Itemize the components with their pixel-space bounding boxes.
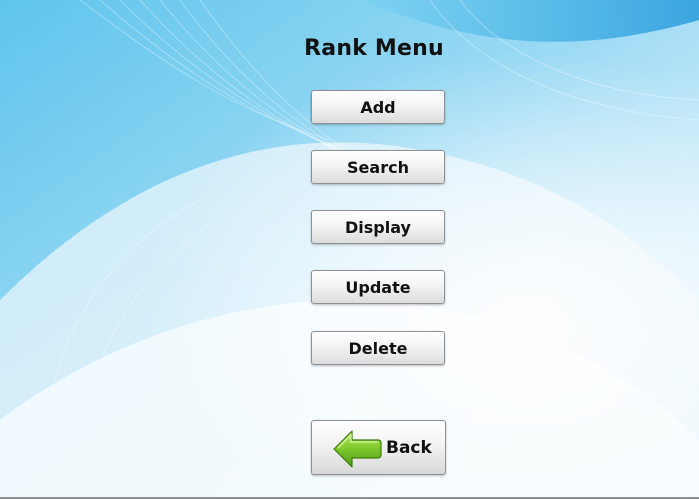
page-title: Rank Menu (304, 36, 444, 61)
display-button[interactable]: Display (311, 210, 445, 244)
back-button-label: Back (386, 438, 432, 458)
update-button[interactable]: Update (311, 270, 445, 304)
delete-button[interactable]: Delete (311, 331, 445, 365)
back-button[interactable]: Back (311, 420, 446, 475)
back-arrow-icon (333, 430, 382, 468)
search-button[interactable]: Search (311, 150, 445, 184)
add-button[interactable]: Add (311, 90, 445, 124)
